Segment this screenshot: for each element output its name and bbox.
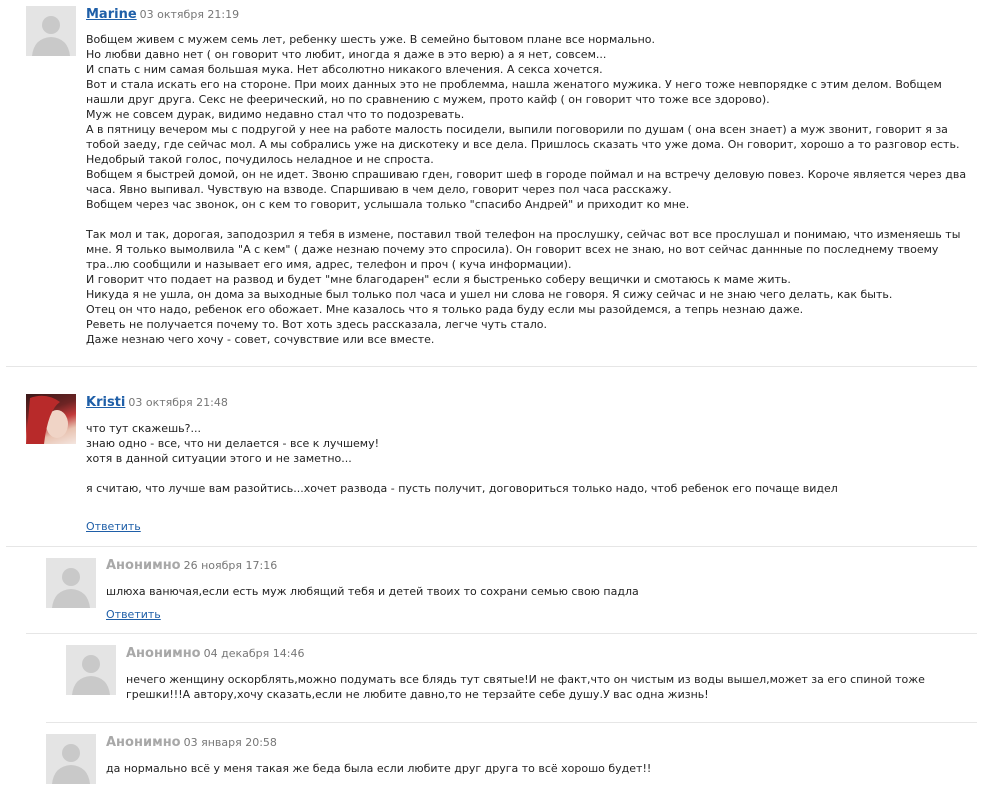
reply-link[interactable]: Ответить [86,520,141,533]
comment-date: 03 октября 21:19 [139,8,240,21]
comment-date: 26 ноября 17:16 [183,559,278,572]
comment-separator [6,546,977,547]
comment-text: шлюха ванючая,если есть муж любящий тебя… [106,585,639,598]
comment-author: Анонимно [126,646,201,661]
comment-author: Анонимно [106,735,181,750]
comment-separator [6,366,977,367]
comment-author-link[interactable]: Marine [86,7,137,22]
comment-text: нечего женщину оскорблять,можно подумать… [126,673,925,701]
user-silhouette-icon [52,568,90,608]
comment-separator [26,633,977,634]
comment-author: Анонимно [106,558,181,573]
avatar-placeholder [46,558,96,608]
user-avatar-photo [26,394,76,444]
user-silhouette-icon [52,744,90,784]
user-silhouette-icon [72,655,110,695]
comment-text: да нормально всё у меня такая же беда бы… [106,762,652,775]
avatar-placeholder [66,645,116,695]
reply-link[interactable]: Ответить [106,608,161,621]
comment-text: что тут скажешь?... знаю одно - все, что… [86,422,838,495]
avatar-placeholder [46,734,96,784]
user-silhouette-icon [32,16,70,56]
comment-date: 03 января 20:58 [183,736,277,749]
comment-date: 04 декабря 14:46 [203,647,305,660]
comment-text: Вобщем живем с мужем семь лет, ребенку ш… [86,33,967,346]
comment-date: 03 октября 21:48 [128,396,228,409]
avatar-placeholder [26,6,76,56]
comment-separator [46,722,977,723]
comment-author-link[interactable]: Kristi [86,395,125,410]
